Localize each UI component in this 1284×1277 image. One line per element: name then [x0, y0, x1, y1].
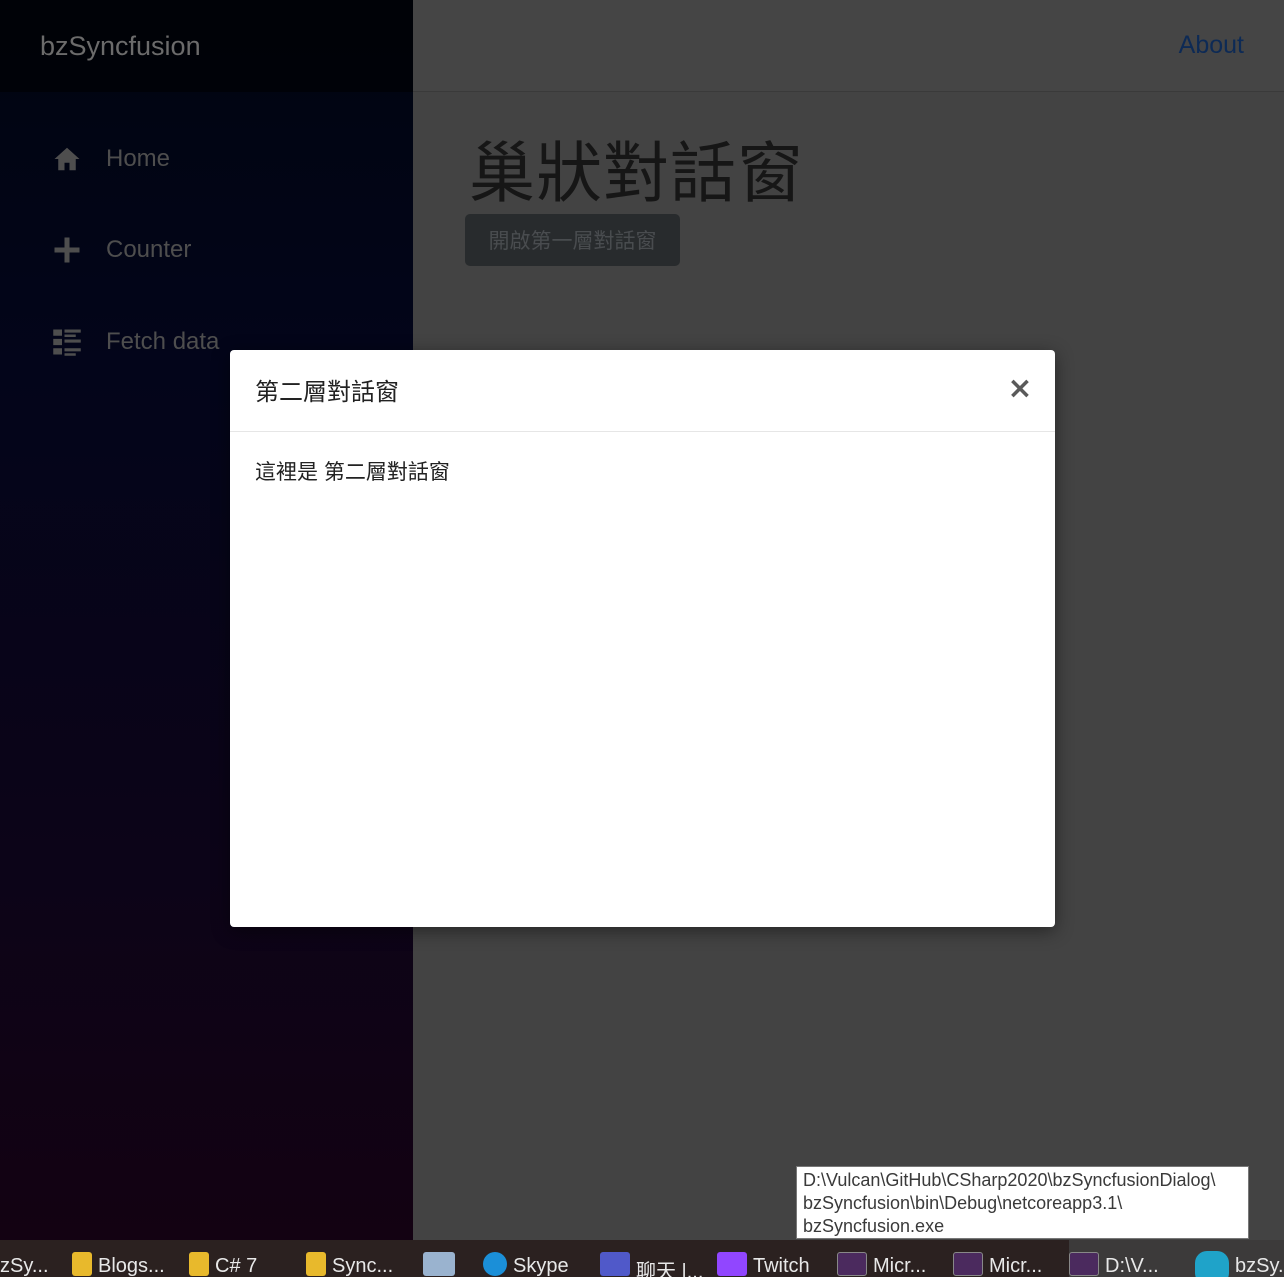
sidebar-item-home[interactable]: Home — [0, 114, 413, 204]
dialog-title: 第二層對話窗 — [255, 379, 399, 406]
dialog-header: 第二層對話窗 × — [230, 350, 1055, 432]
taskbar-item-label: Micr... — [873, 1255, 927, 1277]
second-level-dialog: 第二層對話窗 × 這裡是 第二層對話窗 — [230, 350, 1055, 927]
taskbar-item[interactable] — [423, 1240, 483, 1277]
taskbar-item-label: C# 7 — [215, 1255, 258, 1277]
folder-icon — [72, 1252, 92, 1276]
home-icon — [52, 144, 82, 174]
monitor-icon — [423, 1252, 455, 1276]
list-icon — [52, 327, 82, 357]
sidebar-item-label: Counter — [106, 236, 192, 263]
teams-icon — [600, 1252, 630, 1276]
open-first-dialog-button[interactable]: 開啟第一層對話窗 — [465, 214, 680, 266]
brand-link[interactable]: bzSyncfusion — [40, 31, 201, 62]
taskbar-item-label: Blogs... — [98, 1255, 165, 1277]
console-icon — [953, 1252, 983, 1276]
twitch-icon — [717, 1252, 747, 1276]
taskbar-item-label: Micr... — [989, 1255, 1043, 1277]
taskbar-item-label: Skype — [513, 1255, 569, 1277]
about-link[interactable]: About — [1179, 31, 1244, 60]
taskbar-item[interactable]: Blogs... — [72, 1240, 189, 1277]
taskbar-item-label: Sync... — [332, 1255, 394, 1277]
taskbar-item[interactable]: bzSy... — [1187, 1240, 1284, 1277]
skype-icon — [483, 1252, 507, 1276]
taskbar-item[interactable]: Micr... — [953, 1240, 1069, 1277]
console-icon — [1069, 1252, 1099, 1276]
page-title: 巢狀對話窗 — [469, 136, 804, 210]
taskbar-item[interactable]: D:\V... — [1069, 1240, 1187, 1277]
console-icon — [837, 1252, 867, 1276]
edge-icon — [1195, 1251, 1229, 1277]
taskbar-item[interactable]: Micr... — [837, 1240, 953, 1277]
sidebar-item-label: Home — [106, 145, 171, 172]
taskbar-item[interactable]: Twitch — [717, 1240, 837, 1277]
taskbar-item[interactable]: C# 7 — [189, 1240, 306, 1277]
sidebar-item-counter[interactable]: Counter — [0, 204, 413, 296]
taskbar-item-label: bzSy... — [1235, 1255, 1284, 1277]
taskbar-item[interactable]: 聊天 |... — [600, 1240, 717, 1277]
plus-icon — [52, 235, 82, 265]
folder-icon — [306, 1252, 326, 1276]
dialog-body: 這裡是 第二層對話窗 — [255, 461, 450, 484]
taskbar-item-label: 聊天 |... — [636, 1261, 704, 1277]
tooltip-line: bzSyncfusion.exe — [803, 1216, 945, 1236]
taskbar-item[interactable]: zSy... — [0, 1240, 72, 1277]
taskbar-item[interactable]: Skype — [483, 1240, 600, 1277]
nav-menu: Home Counter Fetch data — [0, 92, 413, 388]
folder-icon — [189, 1252, 209, 1276]
brand-bar: bzSyncfusion — [0, 0, 413, 92]
close-icon[interactable]: × — [1007, 374, 1033, 404]
taskbar-item-label: Twitch — [753, 1255, 810, 1277]
taskbar-item-label: D:\V... — [1105, 1255, 1159, 1277]
tooltip-line: bzSyncfusion\bin\Debug\netcoreapp3.1\ — [803, 1193, 1123, 1213]
sidebar-item-label: Fetch data — [106, 328, 220, 355]
taskbar-item-label: zSy... — [0, 1255, 49, 1277]
tooltip-line: D:\Vulcan\GitHub\CSharp2020\bzSyncfusion… — [803, 1170, 1216, 1190]
taskbar: zSy... Blogs... C# 7 Sync... Skype 聊天 |.… — [0, 1240, 1284, 1277]
top-row: About — [413, 0, 1284, 92]
taskbar-tooltip: D:\Vulcan\GitHub\CSharp2020\bzSyncfusion… — [796, 1166, 1249, 1239]
taskbar-item[interactable]: Sync... — [306, 1240, 423, 1277]
